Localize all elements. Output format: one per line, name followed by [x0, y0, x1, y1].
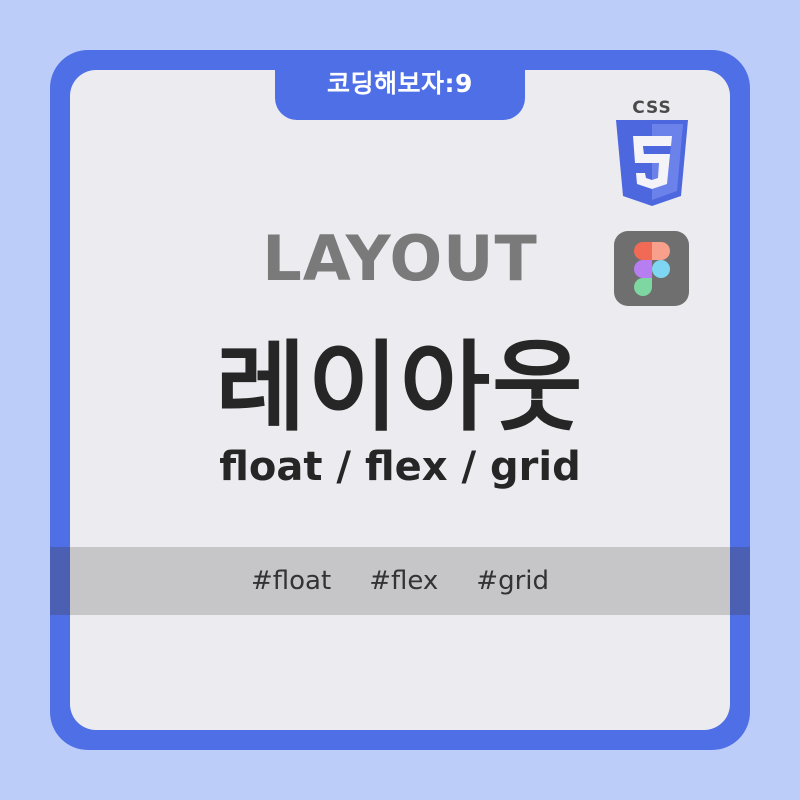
hashtag-float: #float [250, 566, 332, 596]
title-korean: 레이아웃 [215, 331, 585, 445]
series-badge: 코딩해보자:9 [275, 50, 525, 120]
hashtag-grid: #grid [476, 566, 549, 596]
css-logo-label: CSS [632, 98, 672, 118]
topic-keywords: float / flex / grid [219, 444, 581, 490]
css3-icon: CSS [616, 98, 688, 206]
title-english: LAYOUT [262, 222, 538, 295]
hashtag-flex: #flex [369, 566, 439, 596]
series-badge-text: 코딩해보자:9 [327, 69, 473, 98]
thumbnail-canvas: 코딩해보자:9 CSS LAYOUT 레이아웃 float / flex / g… [0, 0, 800, 800]
hashtag-band: #float #flex #grid [70, 547, 730, 615]
